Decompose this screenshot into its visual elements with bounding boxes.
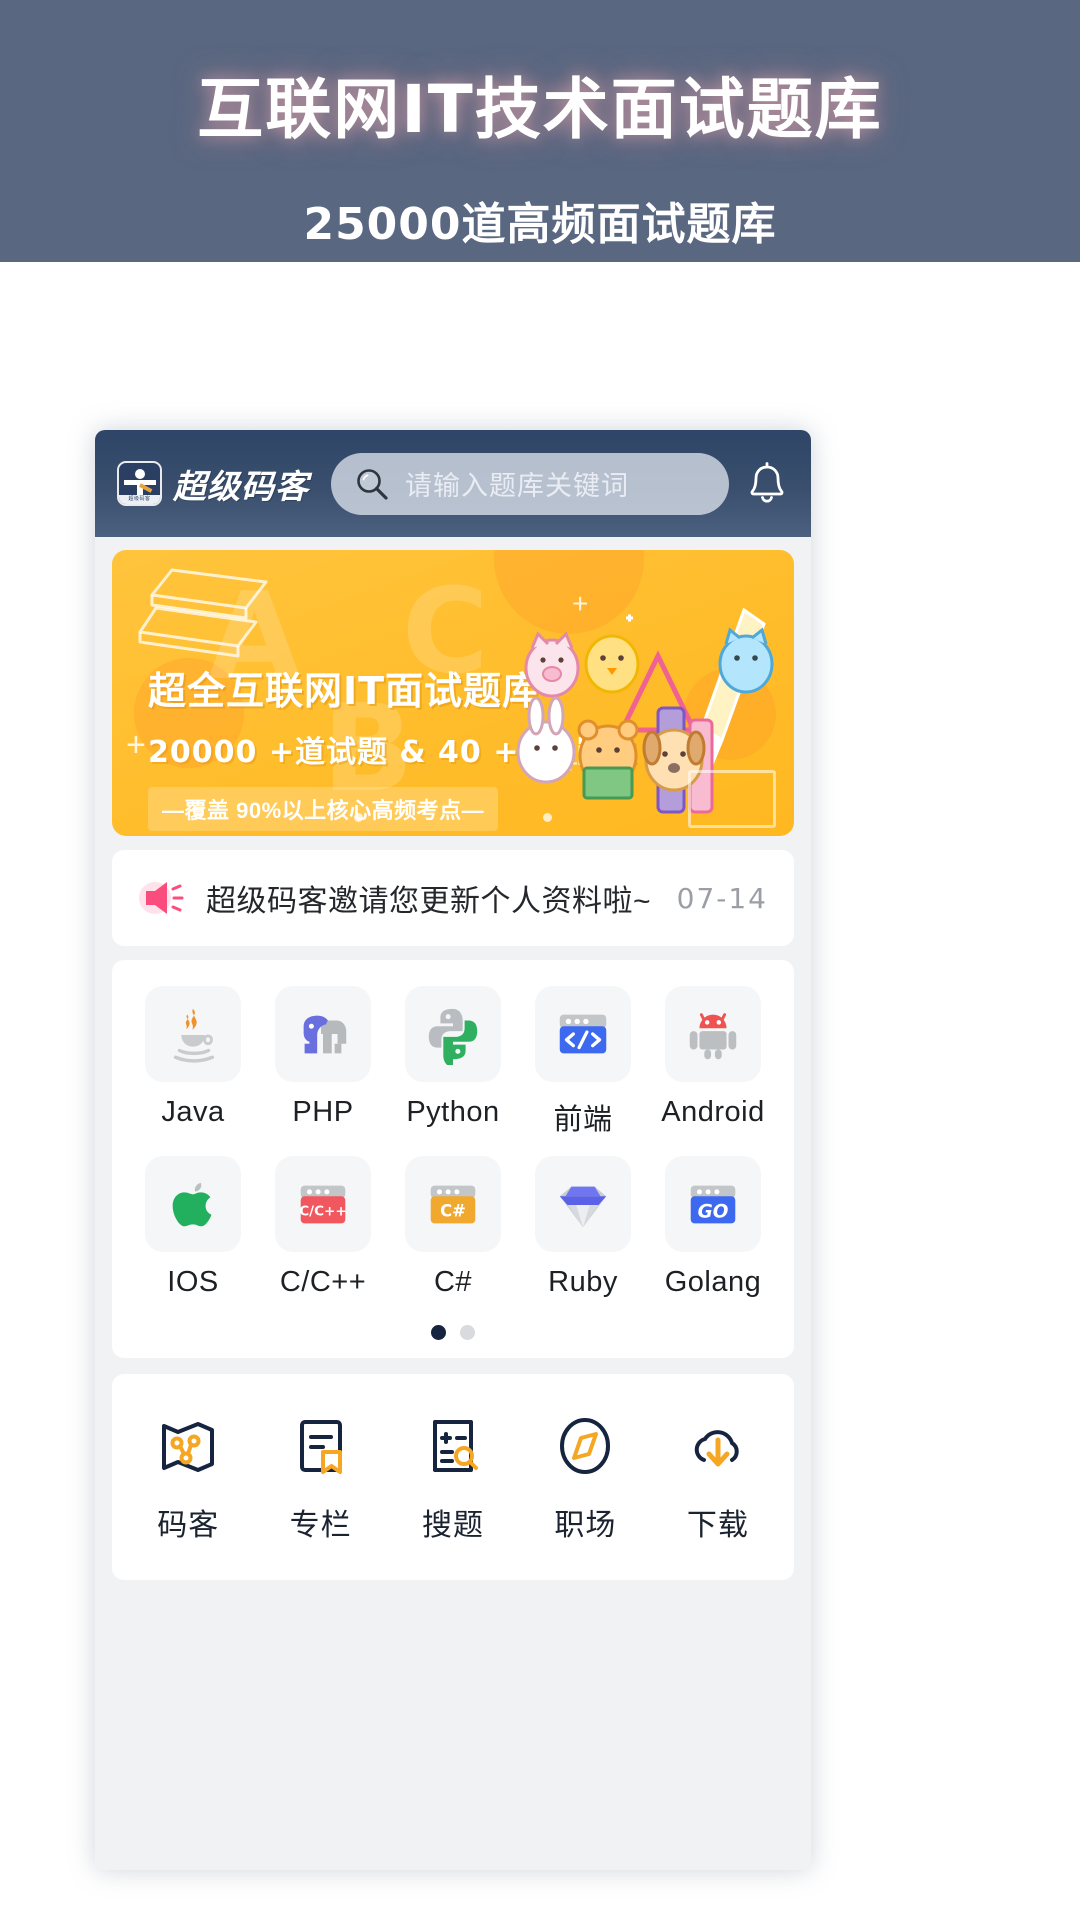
- cloud-download-icon: [686, 1414, 750, 1478]
- promo-banner[interactable]: A C B + + + 超全互联网IT面试题库 20000 +道试题 & 4: [112, 550, 794, 836]
- category-label: IOS: [167, 1266, 219, 1298]
- brand[interactable]: 超级码客 超级码客: [117, 460, 309, 508]
- search-icon: [355, 467, 389, 501]
- nav-label: 搜题: [422, 1509, 485, 1542]
- category-pagination[interactable]: [128, 1325, 778, 1340]
- app-logo-icon: 超级码客: [117, 461, 162, 506]
- golang-icon: GO: [665, 1156, 761, 1252]
- category-card: Java PHP Python 前端 Android IOS C/C++ C/C…: [112, 960, 794, 1358]
- search-placeholder: 请输入题库关键词: [405, 471, 629, 501]
- category-row-2: IOS C/C++ C/C++ C# C# Ruby GO Golang: [128, 1156, 778, 1299]
- brand-name: 超级码客: [173, 466, 309, 506]
- pagination-dot[interactable]: [460, 1325, 475, 1340]
- notification-bell-icon[interactable]: [745, 461, 789, 507]
- php-elephant-icon: [275, 986, 371, 1082]
- promo-title: 互联网IT技术面试题库: [197, 71, 883, 148]
- android-icon: [665, 986, 761, 1082]
- nav-label: 下载: [686, 1509, 749, 1542]
- nav-item-zhuanlan[interactable]: 专栏: [254, 1414, 386, 1544]
- c-cpp-icon: C/C++: [275, 1156, 371, 1252]
- megaphone-icon: [138, 878, 186, 918]
- category-label: Android: [661, 1096, 765, 1128]
- notice-date: 07-14: [676, 881, 768, 915]
- category-item-ruby[interactable]: Ruby: [518, 1156, 648, 1299]
- nav-label: 职场: [554, 1509, 617, 1542]
- banner-line2: 20000 +道试题 & 40 + TI 岗位: [148, 735, 638, 770]
- promo-header: 互联网IT技术面试题库 25000道高频面试题库: [0, 0, 1080, 262]
- ruby-gem-icon: [535, 1156, 631, 1252]
- category-label: Python: [406, 1096, 500, 1128]
- notice-bar[interactable]: 超级码客邀请您更新个人资料啦~ 07-14: [112, 850, 794, 946]
- category-label: C#: [433, 1266, 473, 1298]
- category-label: PHP: [292, 1096, 354, 1128]
- category-item-java[interactable]: Java: [128, 986, 258, 1138]
- promo-subtitle: 25000道高频面试题库: [303, 199, 777, 250]
- category-label: 前端: [553, 1104, 613, 1136]
- banner-title: 超全互联网IT面试题库: [148, 669, 542, 713]
- apple-icon: [145, 1156, 241, 1252]
- books-icon: [134, 564, 284, 662]
- svg-text:GO: GO: [698, 1202, 729, 1223]
- category-item-ios[interactable]: IOS: [128, 1156, 258, 1299]
- banner-dots[interactable]: [112, 813, 794, 822]
- svg-text:C/C++: C/C++: [299, 1204, 347, 1220]
- bookmark-document-icon: [289, 1414, 353, 1478]
- category-item-android[interactable]: Android: [648, 986, 778, 1138]
- category-label: Java: [161, 1096, 225, 1128]
- nav-item-xiazai[interactable]: 下载: [652, 1414, 784, 1544]
- nav-label: 专栏: [289, 1509, 352, 1542]
- frontend-code-icon: [535, 986, 631, 1082]
- banner-tagline: —覆盖 90%以上核心高频考点—: [148, 787, 499, 831]
- category-label: C/C++: [279, 1266, 367, 1298]
- python-icon: [405, 986, 501, 1082]
- category-item-php[interactable]: PHP: [258, 986, 388, 1138]
- notice-text: 超级码客邀请您更新个人资料啦~: [206, 885, 652, 918]
- java-icon: [145, 986, 241, 1082]
- map-network-icon: [156, 1414, 220, 1478]
- phone-screenshot: 超级码客 超级码客 请输入题库关键词 A C B + + 超全互联网IT面试题库…: [95, 430, 811, 1870]
- nav-label: 码客: [157, 1509, 220, 1542]
- quick-nav-card: 码客 专栏 搜题 职场 下载: [112, 1374, 794, 1580]
- nav-item-souti[interactable]: 搜题: [387, 1414, 519, 1544]
- pagination-dot-active[interactable]: [431, 1325, 446, 1340]
- nav-item-zhichang[interactable]: 职场: [519, 1414, 651, 1544]
- csharp-icon: C#: [405, 1156, 501, 1252]
- category-label: Ruby: [548, 1266, 618, 1298]
- category-item-c-cpp[interactable]: C/C++ C/C++: [258, 1156, 388, 1299]
- banner-text-block: 超全互联网IT面试题库 20000 +道试题 & 40 + TI 岗位 —覆盖 …: [148, 660, 638, 831]
- search-input[interactable]: 请输入题库关键词: [331, 452, 729, 515]
- page-root: 互联网IT技术面试题库 25000道高频面试题库 超级码客 超级码客 请输入题库…: [0, 0, 1080, 1920]
- compass-icon: [553, 1414, 617, 1478]
- category-item-frontend[interactable]: 前端: [518, 986, 648, 1138]
- category-item-csharp[interactable]: C# C#: [388, 1156, 518, 1299]
- category-row-1: Java PHP Python 前端 Android: [128, 986, 778, 1138]
- plus-decor-1: +: [126, 726, 146, 764]
- question-search-icon: [421, 1414, 485, 1478]
- category-item-golang[interactable]: GO Golang: [648, 1156, 778, 1299]
- app-logo-caption: 超级码客: [119, 495, 160, 504]
- svg-text:C#: C#: [440, 1202, 466, 1221]
- nav-item-maike[interactable]: 码客: [122, 1414, 254, 1544]
- app-header: 超级码客 超级码客 请输入题库关键词: [95, 430, 811, 537]
- category-item-python[interactable]: Python: [388, 986, 518, 1138]
- category-label: Golang: [664, 1266, 762, 1298]
